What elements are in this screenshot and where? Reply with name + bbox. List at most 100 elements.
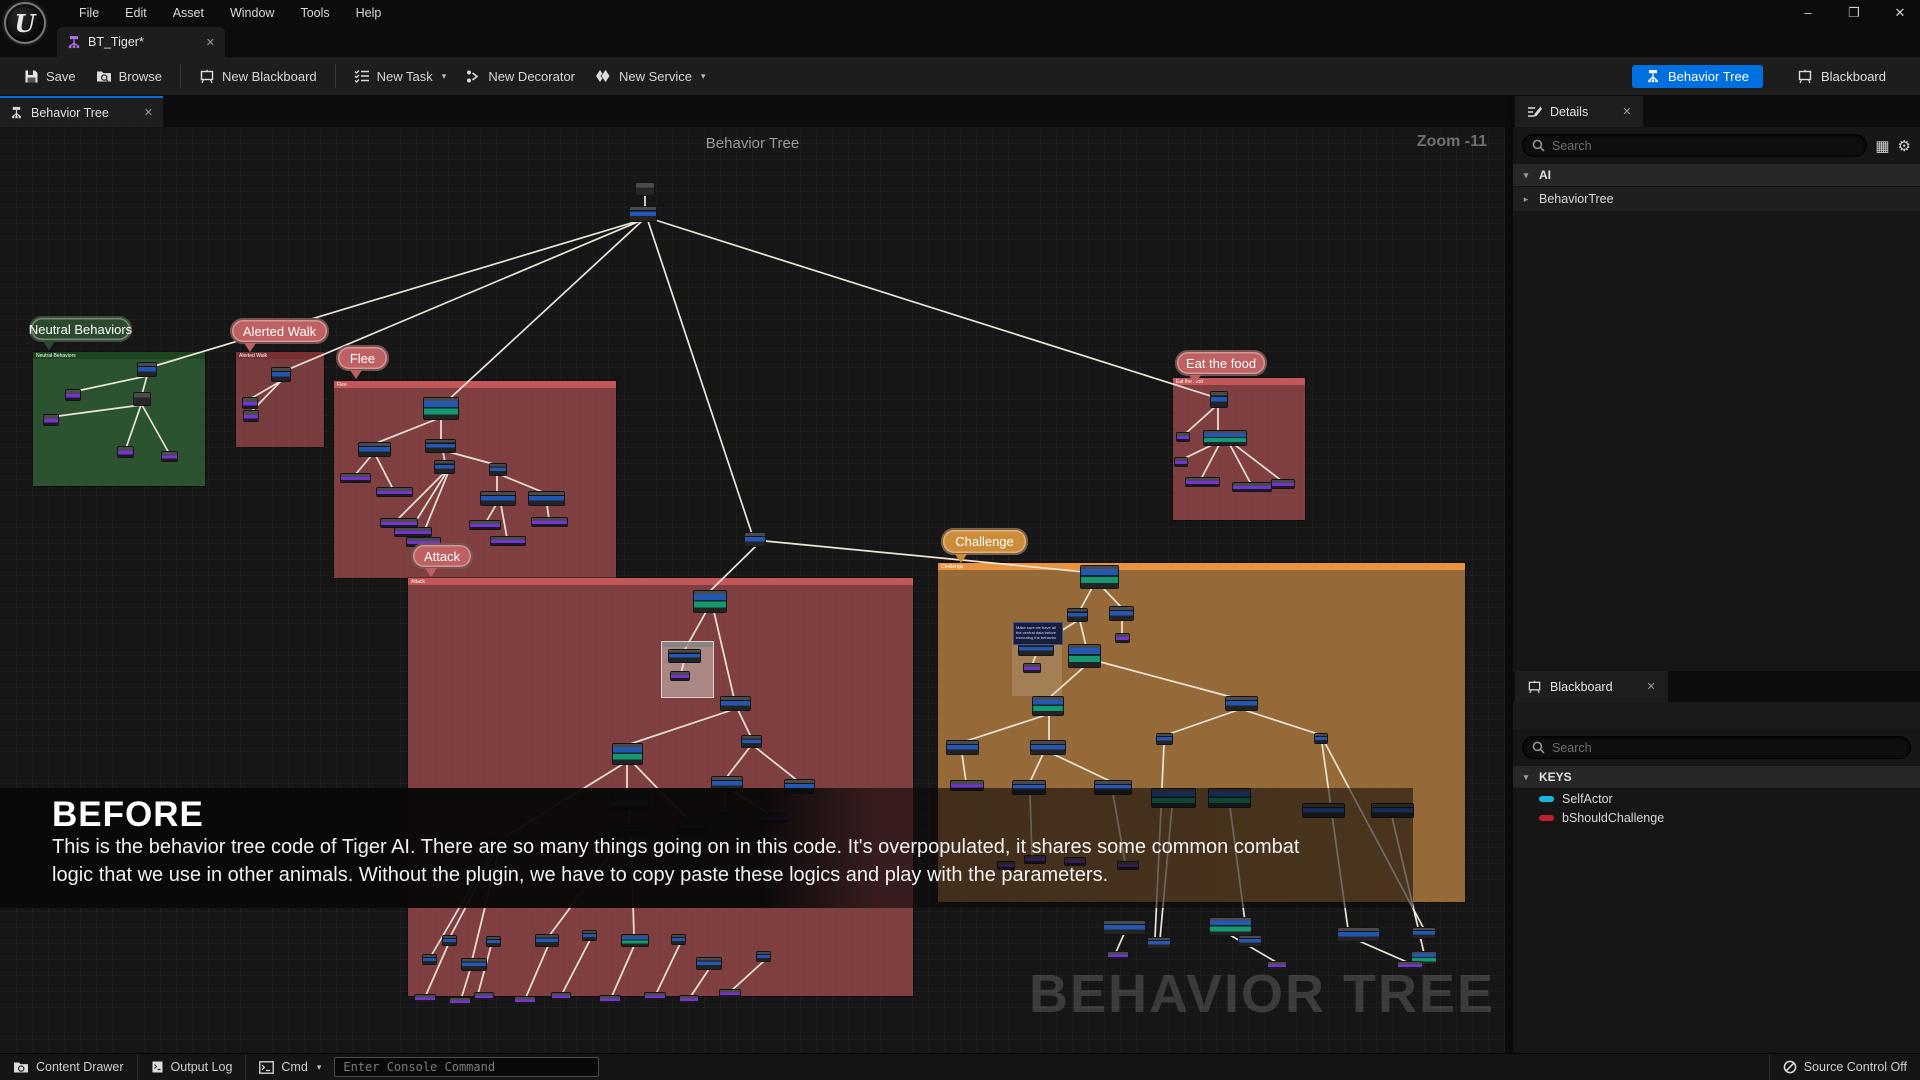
content-drawer-button[interactable]: Content Drawer (0, 1054, 137, 1080)
graph-node[interactable] (359, 443, 390, 456)
graph-node[interactable] (1110, 607, 1133, 620)
new-decorator-button[interactable]: New Decorator (456, 63, 585, 90)
menu-tools[interactable]: Tools (289, 2, 340, 24)
graph-node[interactable] (720, 990, 740, 997)
source-control-button[interactable]: Source Control Off (1770, 1054, 1920, 1080)
graph-node[interactable] (742, 736, 761, 747)
graph-node[interactable] (1157, 734, 1172, 744)
details-tab-close-icon[interactable]: ✕ (1622, 105, 1631, 118)
graph-node[interactable] (1033, 697, 1063, 715)
graph-node[interactable] (450, 998, 470, 1005)
graph-node[interactable] (244, 411, 258, 421)
expand-arrow-icon[interactable]: ▾ (1521, 170, 1531, 181)
comment-bubble[interactable]: Attack (411, 543, 473, 569)
tab-bt-tiger[interactable]: BT_Tiger* ✕ (57, 27, 225, 57)
graph-node[interactable] (1211, 392, 1227, 407)
graph-node[interactable] (1031, 741, 1065, 754)
graph-node[interactable] (636, 183, 654, 195)
tab-close-icon[interactable]: ✕ (206, 36, 215, 49)
graph-node[interactable] (272, 368, 290, 381)
graph-node[interactable] (1116, 634, 1129, 642)
graph-node[interactable] (462, 959, 486, 970)
graph-node[interactable] (694, 591, 726, 612)
graph-node[interactable] (415, 995, 435, 1002)
graph-node[interactable] (435, 461, 454, 473)
tab-blackboard[interactable]: Blackboard ✕ (1515, 671, 1668, 702)
graph-node[interactable] (600, 996, 620, 1003)
blackboard-keys-header[interactable]: ▾ KEYS (1513, 766, 1920, 789)
graph-node[interactable] (1398, 962, 1422, 969)
graph-node[interactable] (1413, 928, 1435, 938)
details-search-input[interactable] (1552, 139, 1857, 153)
expand-arrow-icon[interactable]: ▾ (1521, 772, 1531, 783)
graph-node[interactable] (1148, 938, 1170, 948)
graph-node[interactable] (630, 207, 656, 221)
graph-node[interactable] (1272, 480, 1294, 488)
graph-node[interactable] (395, 528, 431, 536)
menu-file[interactable]: File (68, 2, 110, 24)
graph-node[interactable] (697, 958, 721, 969)
display-filter-icon[interactable]: ▦ (1875, 137, 1889, 155)
graph-node[interactable] (1069, 645, 1100, 667)
details-row-behaviortree[interactable]: ▸ BehaviorTree (1513, 187, 1920, 212)
graph-node[interactable] (1204, 431, 1246, 445)
graph-node[interactable] (44, 415, 58, 425)
graph-node[interactable] (1226, 697, 1257, 710)
graph-node[interactable] (426, 440, 455, 452)
comment-bubble[interactable]: Alerted Walk (230, 318, 329, 344)
new-service-button[interactable]: New Service ▾ (585, 63, 716, 90)
graph-tab-behavior-tree[interactable]: Behavior Tree ✕ (0, 96, 163, 127)
graph-node[interactable] (481, 492, 515, 505)
close-button[interactable]: ✕ (1890, 5, 1910, 21)
graph-node[interactable] (1268, 962, 1286, 969)
graph-node[interactable] (532, 518, 567, 526)
graph-node[interactable] (1177, 433, 1189, 441)
graph-node[interactable] (377, 488, 412, 496)
graph-node[interactable] (672, 935, 685, 944)
graph-node[interactable] (721, 697, 750, 710)
comment-bubble[interactable]: Eat the food (1175, 350, 1267, 376)
graph-node[interactable] (1024, 664, 1040, 672)
menu-edit[interactable]: Edit (114, 2, 158, 24)
graph-node[interactable] (487, 937, 500, 946)
graph-node[interactable] (381, 519, 417, 527)
blackboard-key-bshouldchallenge[interactable]: bShouldChallenge (1513, 808, 1920, 827)
graph-node[interactable] (1210, 918, 1251, 935)
blackboard-key-selfactor[interactable]: SelfActor (1513, 789, 1920, 808)
graph-node[interactable] (138, 363, 156, 376)
new-blackboard-button[interactable]: New Blackboard (189, 63, 327, 90)
graph-node[interactable] (529, 492, 564, 505)
unreal-logo[interactable]: U (4, 2, 46, 44)
graph-node[interactable] (645, 993, 665, 1000)
graph-node[interactable] (443, 936, 456, 945)
graph-node[interactable] (536, 935, 558, 946)
graph-node[interactable] (1233, 483, 1271, 491)
graph-node[interactable] (491, 537, 525, 545)
tab-details[interactable]: Details ✕ (1515, 96, 1643, 127)
save-button[interactable]: Save (14, 63, 86, 90)
blackboard-search-input[interactable] (1552, 741, 1901, 755)
comment-bubble[interactable]: Challenge (941, 528, 1028, 555)
graph-node[interactable] (613, 744, 642, 764)
browse-button[interactable]: Browse (86, 63, 172, 90)
graph-node[interactable] (745, 533, 765, 546)
graph-node[interactable] (1081, 566, 1118, 588)
graph-node[interactable] (1104, 921, 1145, 934)
graph-node[interactable] (475, 993, 493, 1000)
minimize-button[interactable]: – (1798, 5, 1818, 20)
graph-node[interactable] (515, 997, 535, 1004)
blackboard-search-box[interactable] (1522, 736, 1911, 759)
restore-button[interactable]: ❐ (1844, 5, 1864, 21)
graph-node[interactable] (341, 474, 370, 482)
graph-node[interactable] (162, 452, 177, 461)
cmd-dropdown[interactable]: Cmd ▾ (246, 1054, 334, 1080)
details-search-box[interactable] (1522, 134, 1867, 157)
new-task-button[interactable]: New Task ▾ (344, 63, 457, 90)
graph-node[interactable] (134, 393, 150, 405)
graph-node[interactable] (118, 447, 133, 457)
graph-node[interactable] (671, 672, 689, 680)
graph-canvas[interactable]: Behavior Tree Zoom -11 BEHAVIOR TREE Neu… (0, 127, 1505, 1053)
graph-node[interactable] (552, 993, 570, 1000)
blackboard-tab-close-icon[interactable]: ✕ (1647, 680, 1656, 693)
graph-node[interactable] (470, 521, 500, 529)
